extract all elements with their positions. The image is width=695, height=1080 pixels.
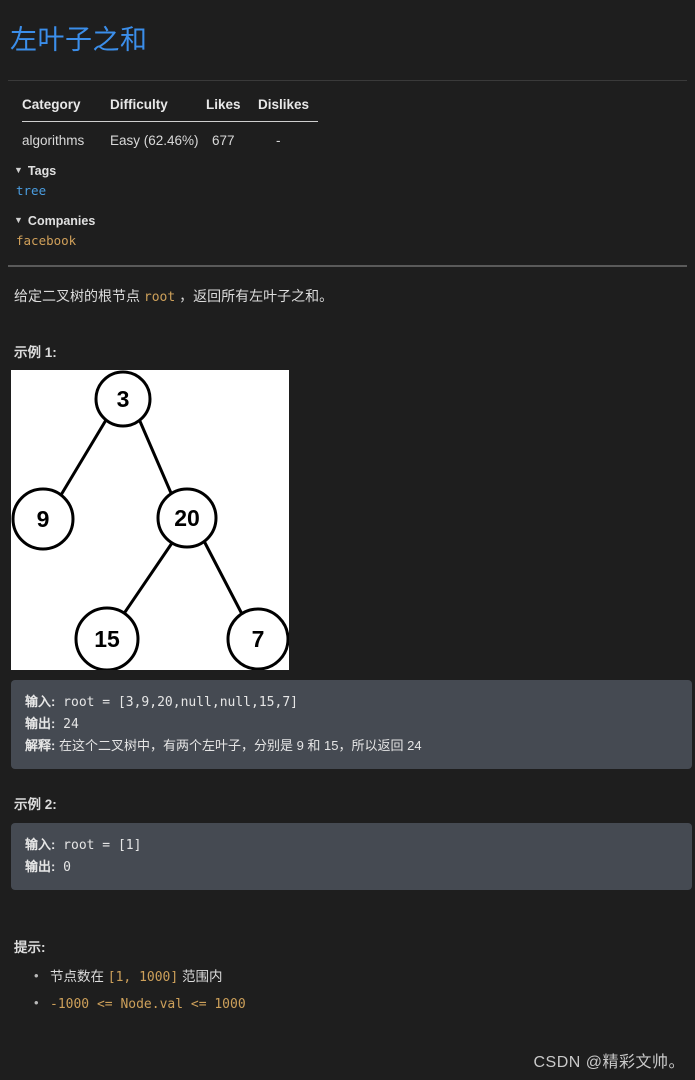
content-divider <box>8 264 687 267</box>
list-item: -1000 <= Node.val <= 1000 <box>34 993 687 1015</box>
list-item: 节点数在 [1, 1000] 范围内 <box>34 966 687 988</box>
value-input: root = [3,9,20,null,null,15,7] <box>55 694 298 710</box>
example-1-heading: 示例 1: <box>14 344 57 360</box>
hint-1-suffix: 范围内 <box>178 968 223 984</box>
tag-link-tree[interactable]: tree <box>16 183 687 198</box>
cell-likes: 677 <box>212 132 235 148</box>
label-output: 输出: <box>25 858 56 874</box>
hint-1-code: [1, 1000] <box>107 969 179 985</box>
label-explanation: 解释: <box>25 737 56 753</box>
problem-meta-table: Category Difficulty Likes Dislikes algor… <box>22 97 318 148</box>
tree-node-label: 7 <box>252 626 265 652</box>
binary-tree-figure: 3 9 20 15 7 <box>11 369 289 670</box>
hint-1-prefix: 节点数在 <box>50 968 108 984</box>
column-header-likes: Likes <box>206 96 241 112</box>
tree-node-root: 3 <box>94 370 152 428</box>
problem-description: 给定二叉树的根节点 root ，返回所有左叶子之和。 <box>14 285 687 309</box>
example-2-line-1: 输入: root = [1] <box>25 834 678 856</box>
example-2-line-2: 输出: 0 <box>25 856 678 878</box>
tags-section-toggle[interactable]: ▼ Tags <box>14 164 687 178</box>
companies-section-toggle[interactable]: ▼ Companies <box>14 214 687 228</box>
tree-node-rl: 15 <box>74 606 140 670</box>
tags-section: ▼ Tags tree <box>8 164 687 198</box>
binary-tree-svg: 3 9 20 15 7 <box>11 370 289 670</box>
companies-section-label: Companies <box>27 213 96 228</box>
column-header-dislikes: Dislikes <box>258 96 310 112</box>
tree-node-rr: 7 <box>226 607 289 670</box>
label-input: 输入: <box>25 693 56 709</box>
cell-difficulty: Easy (62.46%) <box>110 132 199 148</box>
cell-category: algorithms <box>22 132 85 148</box>
table-row: algorithms Easy (62.46%) 677 - <box>22 121 318 148</box>
table-header-row: Category Difficulty Likes Dislikes <box>22 97 318 122</box>
tree-node-right: 20 <box>156 487 218 549</box>
tree-node-label: 15 <box>94 626 120 652</box>
description-inline-code: root <box>143 289 176 305</box>
hints-heading: 提示: <box>14 939 46 955</box>
tree-edge-0 <box>59 418 108 497</box>
example-2-heading: 示例 2: <box>14 796 57 812</box>
companies-section: ▼ Companies facebook <box>8 214 687 248</box>
page-title: 左叶子之和 <box>10 25 148 56</box>
value-input: root = [1] <box>55 837 142 853</box>
label-output: 输出: <box>25 715 56 731</box>
value-output: 0 <box>55 859 71 875</box>
example-1-codeblock: 输入: root = [3,9,20,null,null,15,7] 输出: 2… <box>11 679 692 769</box>
label-input: 输入: <box>25 836 56 852</box>
cell-dislikes: - <box>276 132 281 148</box>
tags-section-label: Tags <box>27 163 57 178</box>
company-link-facebook[interactable]: facebook <box>16 233 687 248</box>
tree-node-label: 20 <box>174 505 200 531</box>
description-prefix: 给定二叉树的根节点 <box>14 287 144 304</box>
example-2-codeblock: 输入: root = [1] 输出: 0 <box>11 822 692 890</box>
tree-node-label: 3 <box>117 386 130 412</box>
example-1-line-1: 输入: root = [3,9,20,null,null,15,7] <box>25 691 678 713</box>
description-suffix: ，返回所有左叶子之和。 <box>175 287 334 304</box>
tree-node-label: 9 <box>37 506 50 532</box>
tree-node-left: 9 <box>11 487 75 551</box>
watermark: CSDN @精彩文帅。 <box>533 1054 685 1072</box>
caret-down-icon: ▼ <box>14 215 23 226</box>
tree-edge-2 <box>121 541 174 617</box>
value-output: 24 <box>55 716 79 732</box>
hint-2-code: -1000 <= Node.val <= 1000 <box>50 997 246 1013</box>
caret-down-icon: ▼ <box>14 165 23 176</box>
column-header-category: Category <box>22 96 81 112</box>
column-header-difficulty: Difficulty <box>110 96 168 112</box>
example-1-line-2: 输出: 24 <box>25 713 678 735</box>
problem-content: 给定二叉树的根节点 root ，返回所有左叶子之和。 示例 1: 3 9 20 15 7… <box>8 285 692 1015</box>
value-explanation: 在这个二叉树中，有两个左叶子，分别是 9 和 15，所以返回 24 <box>55 737 422 753</box>
example-1-line-3: 解释: 在这个二叉树中，有两个左叶子，分别是 9 和 15，所以返回 24 <box>25 735 678 757</box>
tree-edge-3 <box>202 539 245 618</box>
hints-list: 节点数在 [1, 1000] 范围内 -1000 <= Node.val <= … <box>14 966 687 1015</box>
tree-edge-1 <box>137 417 173 495</box>
problem-page: 左叶子之和 Category Difficulty Likes Dislikes… <box>0 18 695 1080</box>
meta-table-wrapper: Category Difficulty Likes Dislikes algor… <box>8 81 687 148</box>
